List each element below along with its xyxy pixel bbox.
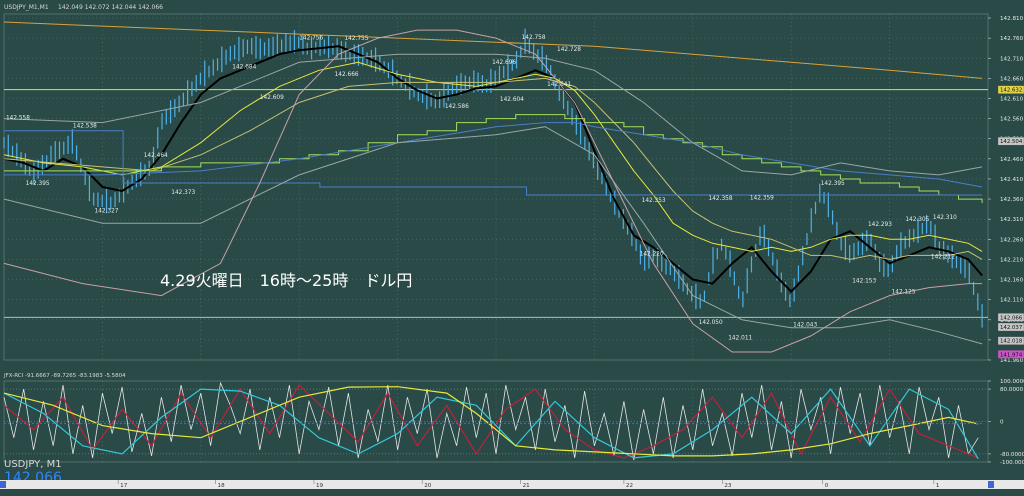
rci-tick-label: 0	[1000, 420, 1004, 426]
price-annotation: 142.220	[640, 251, 664, 257]
price-tick-label: 142.310	[1000, 217, 1024, 223]
time-axis-bar	[0, 480, 1024, 489]
price-annotation: 142.395	[821, 181, 845, 187]
chart-header: USDJPY_M1,M1	[4, 4, 49, 11]
time-tick-label: 19	[316, 483, 324, 489]
price-tick-label: 142.610	[1000, 96, 1024, 102]
time-tick-label: 20	[424, 483, 432, 489]
price-annotation: 142.728	[557, 47, 581, 53]
time-tick-label: 22	[626, 483, 633, 489]
price-tick-label: 141.960	[1000, 358, 1024, 364]
chart-background	[0, 0, 1024, 492]
price-tick-label: 142.810	[1000, 16, 1024, 22]
price-annotation: 142.609	[260, 95, 284, 101]
price-annotation: 142.125	[892, 290, 916, 296]
price-tick-label: 142.360	[1000, 197, 1024, 203]
chart-window: USDJPY_M1,M1 142.049 142.072 142.044 142…	[0, 0, 1024, 492]
ohlc-values: 142.049 142.072 142.044 142.066	[58, 4, 163, 11]
price-tag: 142.504	[1000, 139, 1023, 145]
price-annotation: 142.353	[642, 198, 666, 204]
price-tag: 141.974	[1000, 352, 1023, 358]
price-tick-label: 142.460	[1000, 157, 1024, 163]
price-annotation: 142.358	[709, 196, 733, 202]
price-tick-label: 142.710	[1000, 56, 1024, 62]
scroll-handle-left	[0, 481, 6, 488]
price-tick-label: 142.210	[1000, 257, 1024, 263]
time-tick-label: 21	[523, 483, 531, 489]
indicator-header: JFX-RCI -91.6667 -89.7265 -83.1983 -5.58…	[3, 373, 126, 379]
price-annotation: 142.604	[500, 97, 524, 103]
time-tick-label: 23	[724, 483, 732, 489]
price-annotation: 142.310	[933, 215, 957, 221]
chart-canvas: USDJPY_M1,M1 142.049 142.072 142.044 142…	[0, 0, 1024, 492]
price-annotation: 142.558	[6, 115, 30, 121]
price-annotation: 142.641	[547, 82, 571, 88]
scroll-handle-right	[988, 481, 994, 488]
price-tag: 142.037	[1000, 325, 1022, 331]
price-annotation: 142.011	[728, 335, 752, 341]
price-annotation: 142.758	[522, 35, 546, 41]
time-tick-label: 1	[936, 483, 940, 489]
price-tag: 142.632	[1000, 88, 1022, 94]
price-annotation: 142.293	[868, 222, 892, 228]
price-annotation: 142.395	[26, 181, 50, 187]
time-axis[interactable]: 17 18 19 20 21 22 23 0 1	[0, 480, 1024, 489]
price-tick-label: 142.560	[1000, 117, 1024, 123]
price-tick-label: 142.160	[1000, 278, 1024, 284]
rci-tick-label: -80.0000	[1000, 452, 1024, 458]
price-annotation: 142.755	[344, 36, 368, 42]
price-annotation: 142.684	[232, 65, 256, 71]
price-tick-label: 142.260	[1000, 237, 1024, 243]
rci-tick-label: -100.0000	[1000, 460, 1024, 466]
price-annotation: 142.756	[299, 36, 323, 42]
price-annotation: 142.696	[492, 60, 516, 66]
session-annotation: 4.29火曜日 16時～25時 ドル円	[160, 271, 412, 290]
price-tick-label: 142.110	[1000, 298, 1024, 304]
price-annotation: 142.327	[95, 208, 119, 214]
time-tick-label: 17	[120, 483, 128, 489]
price-tick-label: 142.760	[1000, 36, 1024, 42]
price-annotation: 142.212	[931, 255, 955, 261]
price-annotation: 142.538	[73, 123, 97, 129]
time-tick-label: 18	[218, 483, 226, 489]
price-annotation: 142.373	[171, 190, 195, 196]
price-annotation: 142.153	[852, 278, 876, 284]
symbol-label: USDJPY, M1	[4, 459, 62, 470]
price-annotation: 142.043	[793, 323, 817, 329]
price-annotation: 142.359	[750, 195, 774, 201]
rci-tick-label: 100.0000	[1000, 379, 1024, 385]
price-tick-label: 142.410	[1000, 177, 1024, 183]
price-annotation: 142.666	[335, 72, 359, 78]
price-annotation: 142.586	[445, 104, 469, 110]
price-annotation: 142.464	[144, 153, 168, 159]
price-tag: 142.066	[1000, 315, 1023, 321]
price-tick-label: 142.660	[1000, 76, 1024, 82]
price-tag: 142.018	[1000, 339, 1023, 345]
price-annotation: 142.305	[905, 217, 929, 223]
time-tick-label: 0	[825, 483, 829, 489]
price-annotation: 142.050	[699, 320, 723, 326]
rci-tick-label: 80.0000	[1000, 387, 1024, 393]
